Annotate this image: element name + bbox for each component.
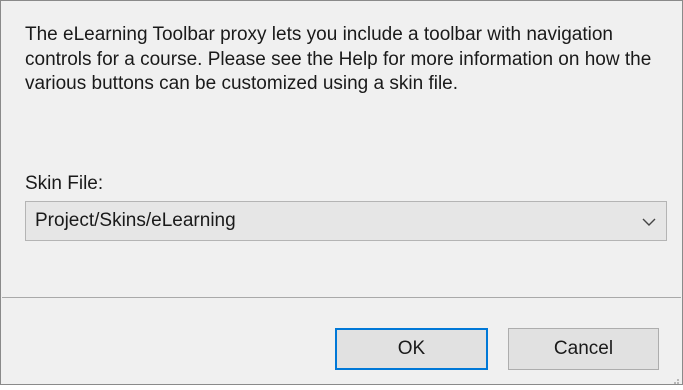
- description-text: The eLearning Toolbar proxy lets you inc…: [25, 24, 652, 94]
- skin-file-label: Skin File:: [25, 173, 104, 194]
- dialog-footer: OK Cancel: [2, 298, 681, 384]
- ok-button[interactable]: OK: [335, 328, 488, 370]
- resize-grip-icon[interactable]: [670, 372, 680, 384]
- skin-file-value: Project/Skins/eLearning: [35, 210, 236, 231]
- skin-file-dropdown[interactable]: Project/Skins/eLearning: [25, 201, 667, 241]
- skin-settings-dialog: The eLearning Toolbar proxy lets you inc…: [0, 0, 683, 385]
- chevron-down-icon[interactable]: [640, 213, 658, 231]
- dialog-content: The eLearning Toolbar proxy lets you inc…: [2, 2, 681, 297]
- cancel-button[interactable]: Cancel: [508, 328, 659, 370]
